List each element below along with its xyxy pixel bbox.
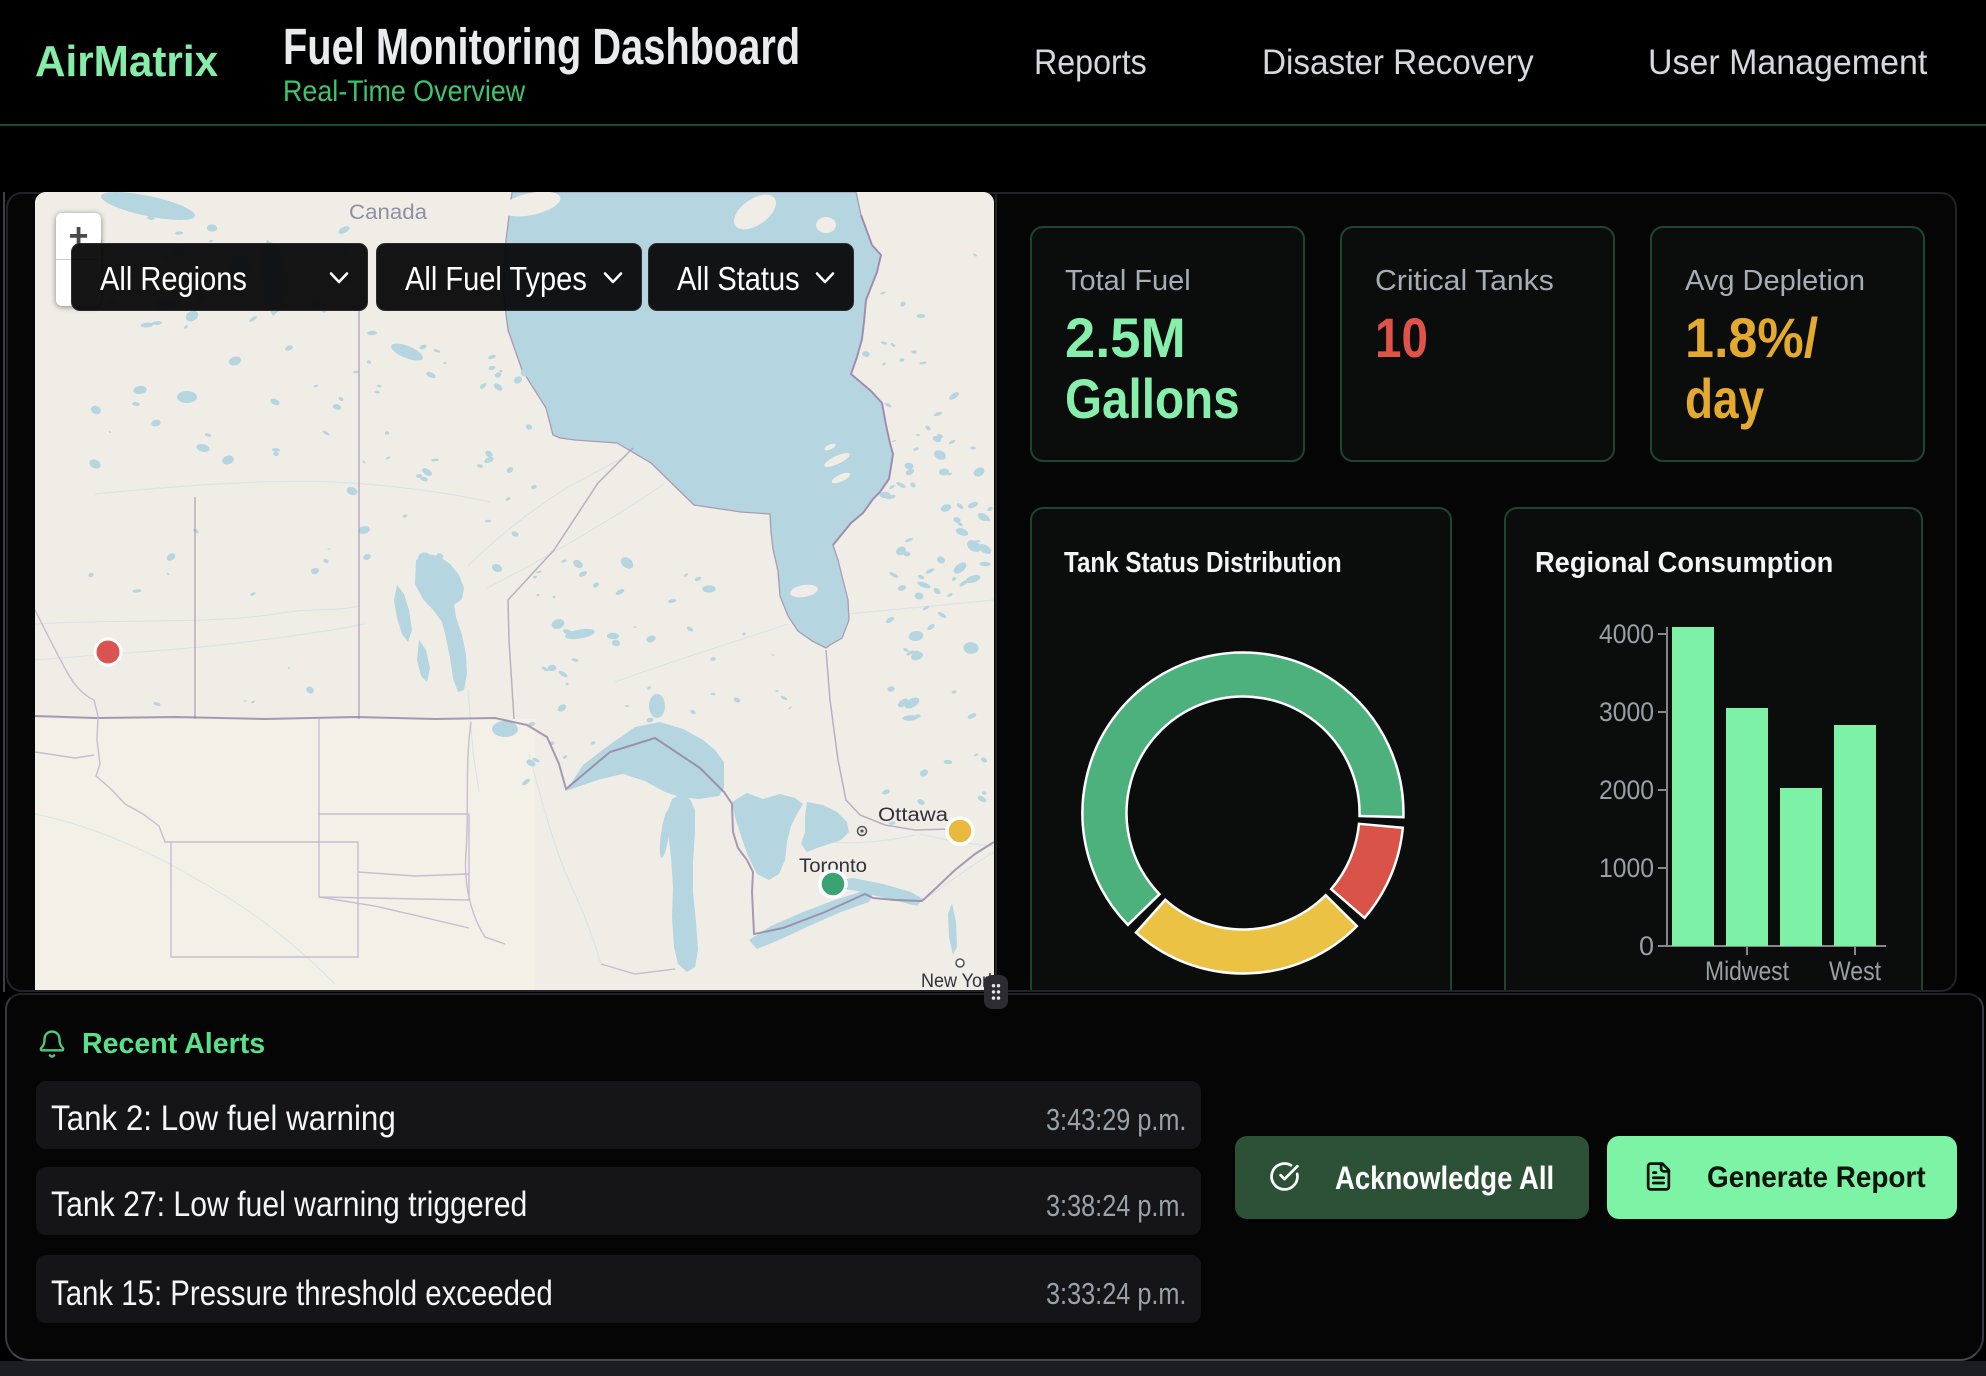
svg-text:4000: 4000 <box>1599 619 1654 649</box>
svg-text:0: 0 <box>1639 931 1654 961</box>
svg-text:Canada: Canada <box>349 201 427 224</box>
svg-text:1000: 1000 <box>1599 853 1654 883</box>
svg-text:Midwest: Midwest <box>1705 956 1789 986</box>
svg-text:West: West <box>1829 956 1881 986</box>
svg-text:Ottawa: Ottawa <box>878 805 948 826</box>
svg-text:3000: 3000 <box>1599 697 1654 727</box>
svg-text:2000: 2000 <box>1599 775 1654 805</box>
